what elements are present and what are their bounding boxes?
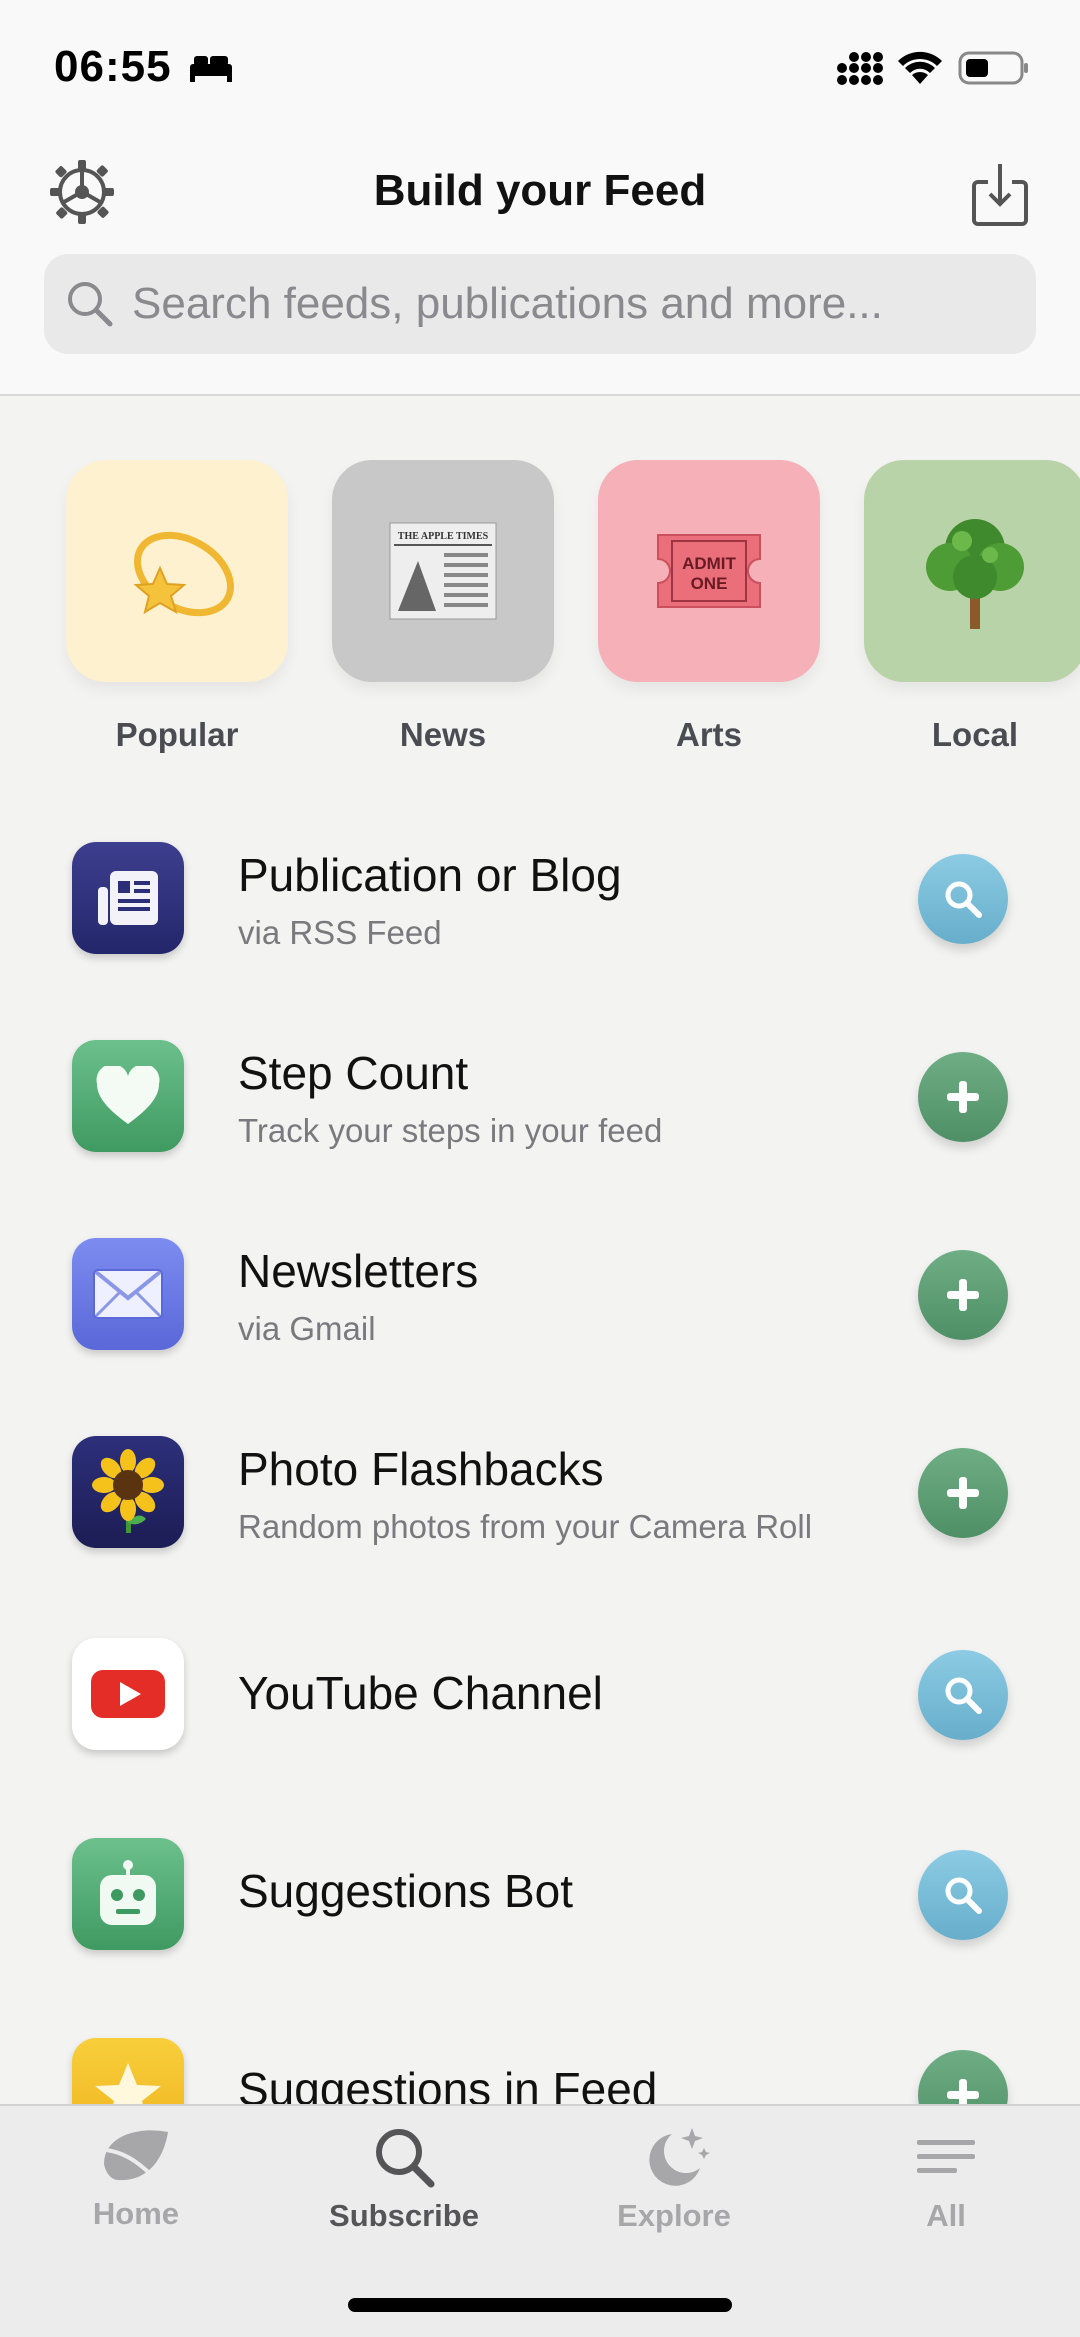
category-tile[interactable]: THE APPLE TIMES (332, 460, 554, 682)
list-item-title: YouTube Channel (238, 1667, 603, 1719)
add-button[interactable] (918, 1250, 1008, 1340)
ticket-text-line1: ADMIT (682, 554, 736, 573)
youtube-icon (72, 1638, 184, 1750)
tree-icon (926, 519, 1024, 629)
search-button[interactable] (918, 854, 1008, 944)
plus-icon (947, 1477, 979, 1509)
list-item[interactable]: Publication or Blog via RSS Feed (0, 820, 1080, 1020)
search-icon (945, 1677, 982, 1714)
list-item[interactable]: Photo Flashbacks Random photos from your… (0, 1420, 1080, 1620)
tab-subscribe[interactable]: Subscribe (304, 2124, 504, 2234)
moon-stars-icon (649, 2128, 710, 2186)
cellular-signal-icon (837, 52, 883, 85)
list-item-title: Photo Flashbacks (238, 1443, 604, 1495)
list-item[interactable]: Newsletters via Gmail (0, 1220, 1080, 1420)
shooting-star-icon (133, 531, 235, 617)
list-icon (917, 2140, 975, 2173)
list-item-subtitle: via Gmail (238, 1310, 376, 1347)
tab-label: All (926, 2198, 966, 2233)
list-item[interactable]: Suggestions Bot (0, 1820, 1080, 2020)
list-item-subtitle: Track your steps in your feed (238, 1112, 663, 1149)
category-label: Arts (675, 716, 743, 753)
newspaper-icon: THE APPLE TIMES (389, 522, 497, 620)
add-button[interactable] (918, 1448, 1008, 1538)
tab-explore[interactable]: Explore (574, 2124, 774, 2234)
status-time: 06:55 (54, 42, 172, 91)
category-label: Popular (115, 716, 239, 753)
home-indicator[interactable] (348, 2298, 732, 2312)
sunflower-icon (72, 1436, 184, 1548)
robot-icon (72, 1838, 184, 1950)
wifi-icon (898, 51, 942, 84)
list-item-subtitle: Random photos from your Camera Roll (238, 1508, 813, 1545)
screen: 06:55 Build your Feed Search feeds, publ… (0, 0, 1080, 2337)
search-icon (945, 881, 982, 918)
ticket-icon: ADMIT ONE (657, 534, 761, 608)
tab-label: Explore (617, 2198, 731, 2233)
tab-home[interactable]: Home (36, 2124, 236, 2232)
plus-icon (947, 1081, 979, 1113)
search-button[interactable] (918, 1850, 1008, 1940)
category-tile[interactable]: ADMIT ONE (598, 460, 820, 682)
list-item[interactable]: Step Count Track your steps in your feed (0, 1020, 1080, 1220)
bed-icon (190, 56, 232, 82)
search-bar[interactable] (44, 254, 1036, 354)
category-tile[interactable] (66, 460, 288, 682)
list-item-subtitle: via RSS Feed (238, 914, 442, 951)
envelope-icon (72, 1238, 184, 1350)
tab-all[interactable]: All (846, 2124, 1046, 2234)
category-popular[interactable]: Popular (66, 460, 288, 754)
leaf-icon (104, 2130, 168, 2184)
category-label: Local (931, 716, 1019, 753)
list-item[interactable]: YouTube Channel (0, 1620, 1080, 1820)
search-icon (945, 1877, 982, 1914)
category-local[interactable]: Local (864, 460, 1080, 754)
page-title: Build your Feed (373, 166, 707, 215)
battery-icon (958, 51, 1028, 85)
search-icon (376, 2129, 435, 2188)
search-button[interactable] (918, 1650, 1008, 1740)
list-item-title: Step Count (238, 1047, 469, 1099)
list-item-title: Newsletters (238, 1245, 479, 1297)
plus-icon (947, 1279, 979, 1311)
heart-icon (72, 1040, 184, 1152)
rss-reader-icon (72, 842, 184, 954)
category-carousel[interactable]: Popular THE APPLE TIMES News ADMIT ONE A… (66, 460, 1080, 770)
tab-label: Subscribe (329, 2198, 479, 2233)
category-tile[interactable] (864, 460, 1080, 682)
list-item-title: Publication or Blog (238, 849, 622, 901)
import-icon[interactable] (970, 162, 1030, 228)
tab-label: Home (92, 2196, 180, 2231)
add-button[interactable] (918, 1052, 1008, 1142)
list-item-title: Suggestions Bot (238, 1865, 574, 1917)
category-news[interactable]: THE APPLE TIMES News (332, 460, 554, 754)
search-icon (68, 282, 113, 327)
category-arts[interactable]: ADMIT ONE Arts (598, 460, 820, 754)
status-bar: 06:55 (0, 0, 1080, 130)
header: Build your Feed (0, 130, 1080, 396)
ticket-text-line2: ONE (691, 574, 728, 593)
search-input[interactable] (132, 254, 1012, 354)
category-label: News (399, 716, 487, 753)
newspaper-masthead: THE APPLE TIMES (398, 531, 489, 542)
